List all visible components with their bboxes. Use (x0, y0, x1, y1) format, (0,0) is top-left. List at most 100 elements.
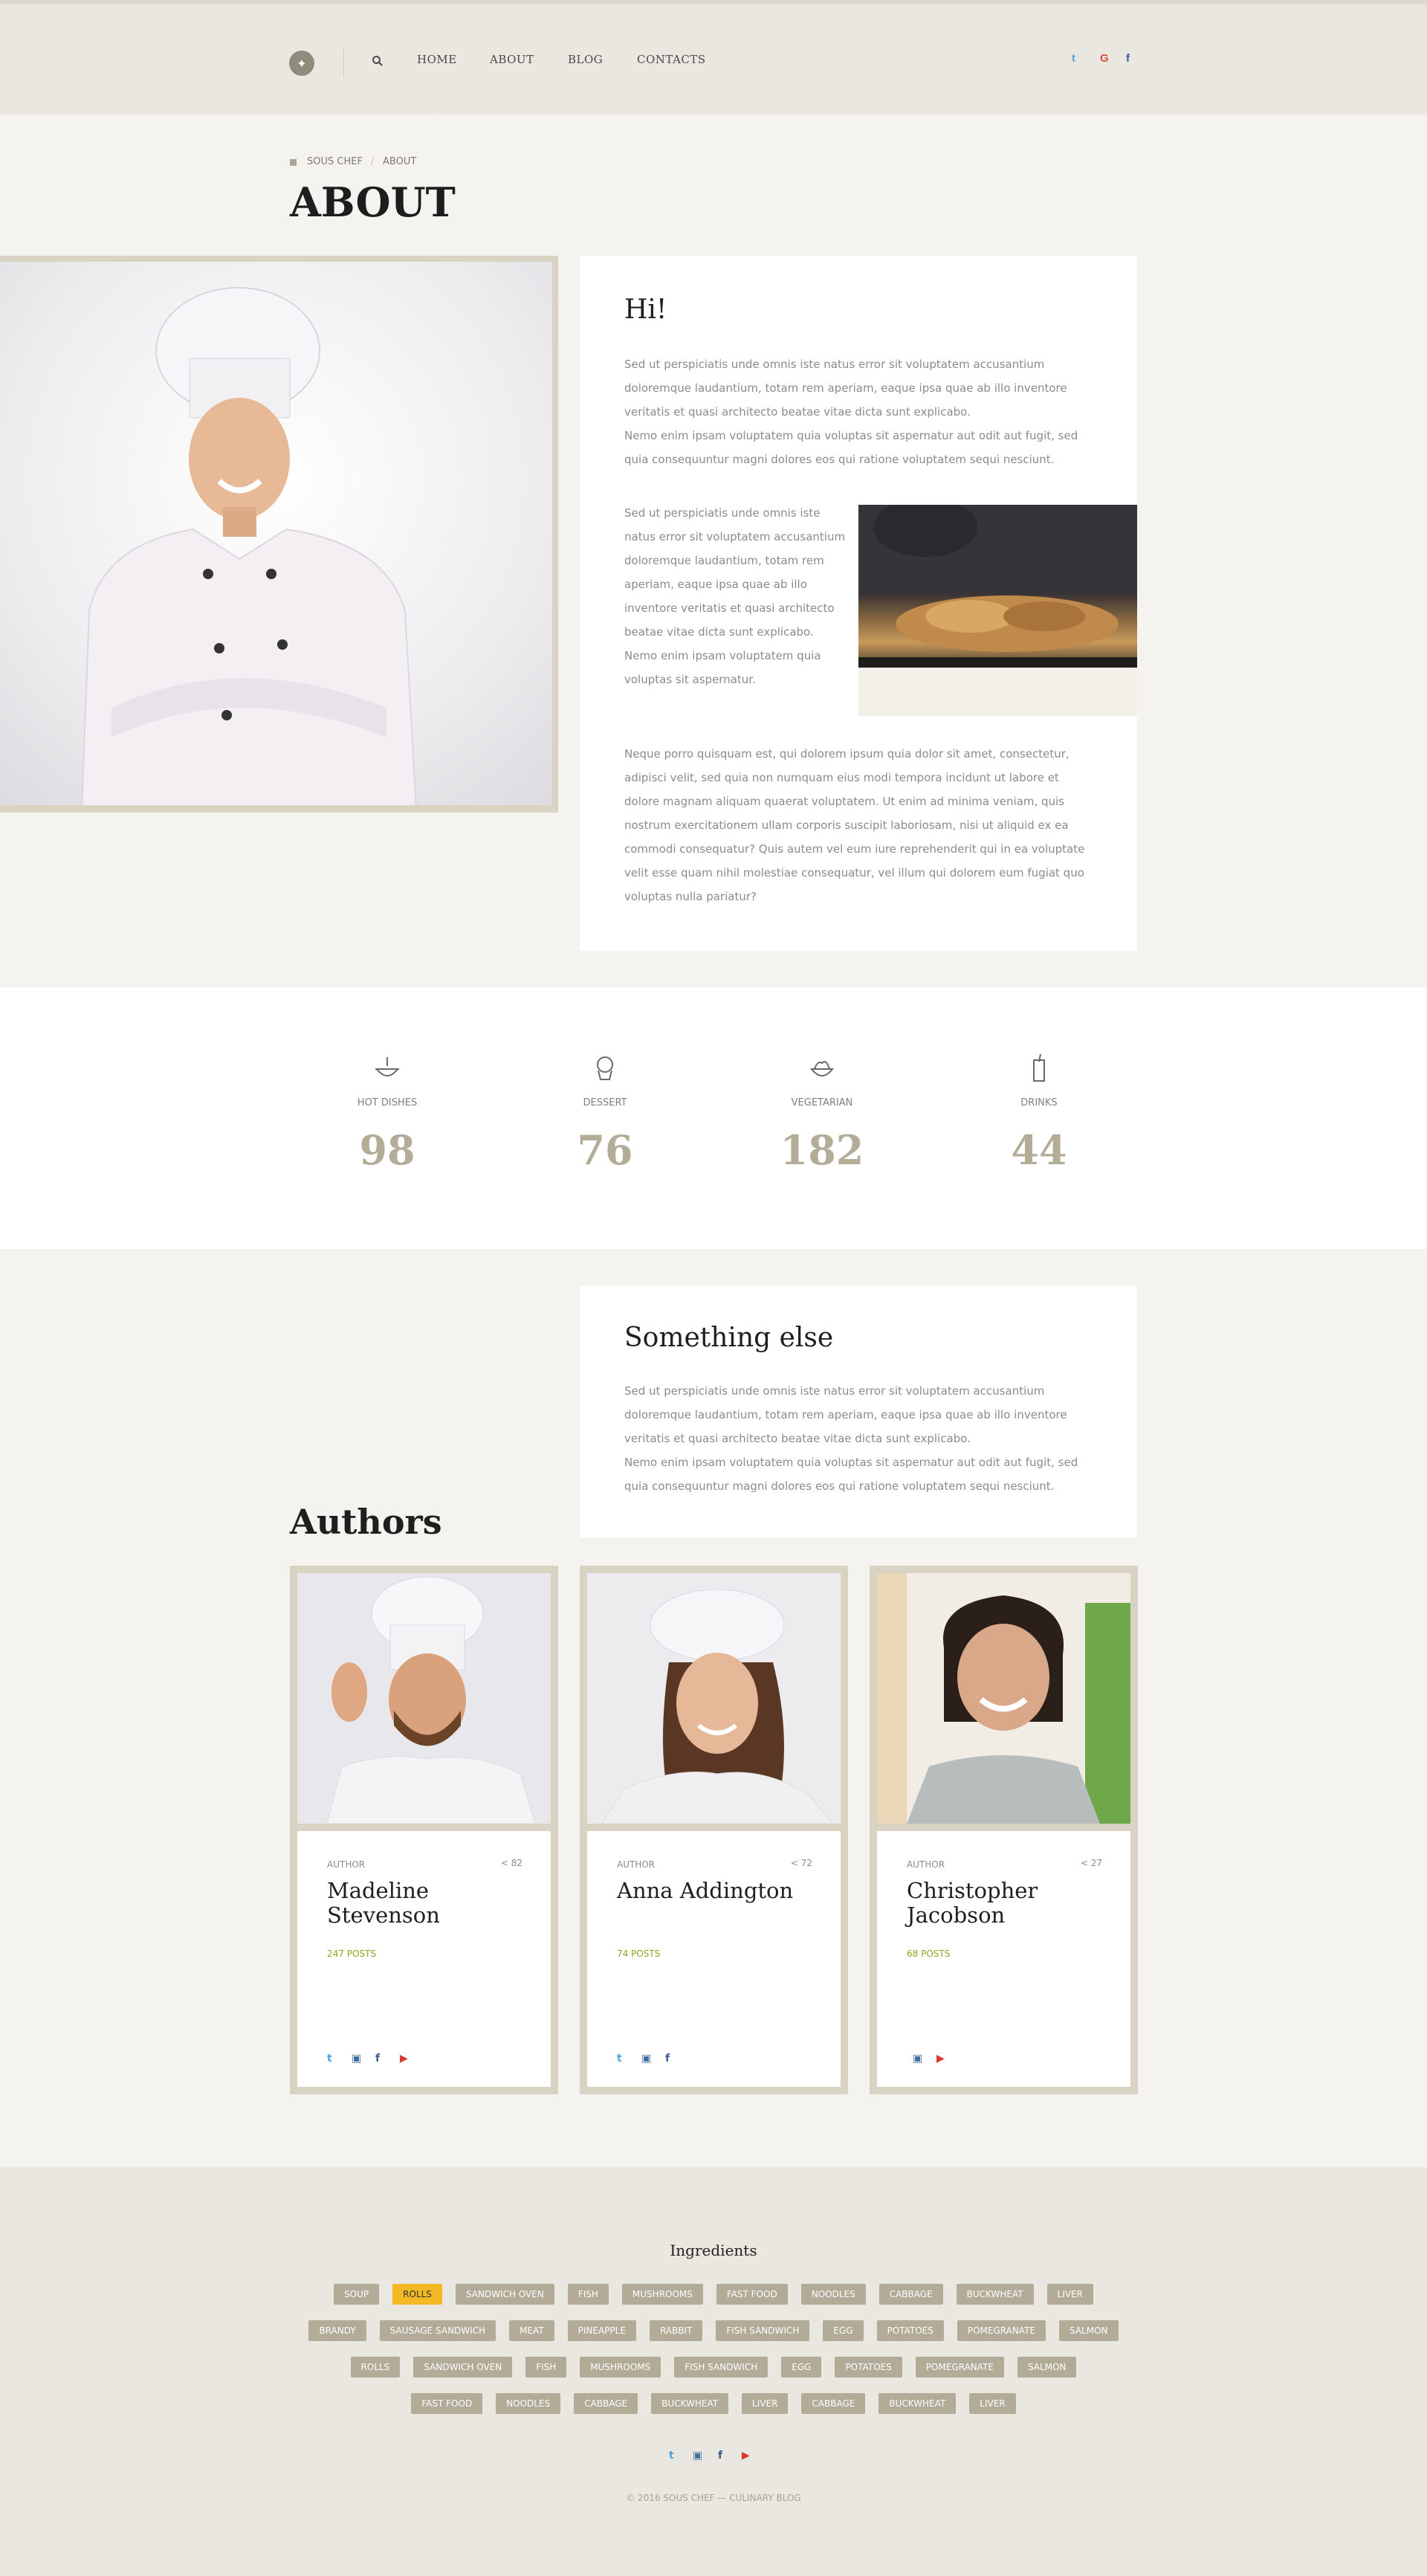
google-plus-icon[interactable]: G (1100, 52, 1109, 65)
something-text-1: Sed ut perspiciatis unde omnis iste natu… (624, 1384, 1067, 1445)
author-shares[interactable]: < 72 (791, 1858, 812, 1868)
author-photo[interactable] (297, 1573, 551, 1824)
ingredient-tag[interactable]: POTATOES (876, 2320, 944, 2341)
ingredient-tag[interactable]: EGG (781, 2357, 822, 2378)
ingredient-tag[interactable]: SANDWICH OVEN (413, 2357, 513, 2378)
author-photo[interactable] (877, 1573, 1130, 1824)
ingredient-tag[interactable]: FAST FOOD (411, 2393, 483, 2414)
breadcrumb-separator: / (371, 156, 375, 167)
ingredient-tag[interactable]: SAUSAGE SANDWICH (379, 2320, 496, 2341)
share-icon: < (500, 1858, 508, 1868)
ingredient-tag[interactable]: CABBAGE (574, 2393, 638, 2414)
tag-row-4: FAST FOOD NOODLES CABBAGE BUCKWHEAT LIVER CAB… (0, 2393, 1427, 2414)
instagram-icon[interactable]: ▣ (352, 2053, 361, 2065)
twitter-icon[interactable]: t (327, 2053, 332, 2065)
ingredient-tag[interactable]: LIVER (969, 2393, 1016, 2414)
ingredient-tag[interactable]: CABBAGE (801, 2393, 866, 2414)
ingredient-tag[interactable]: PINEAPPLE (567, 2320, 636, 2341)
ingredient-tag[interactable]: FISH (525, 2357, 567, 2378)
chef-photo (0, 262, 552, 805)
youtube-icon[interactable]: ▶ (400, 2053, 408, 2065)
nav-blog[interactable]: BLOG (568, 53, 603, 66)
stat-label: VEGETARIAN (791, 1097, 853, 1108)
ingredient-tag[interactable]: CABBAGE (878, 2284, 943, 2305)
something-else-card: Something else Sed ut perspiciatis unde … (580, 1285, 1137, 1537)
author-card[interactable]: AUTHOR < 72 Anna Addington 74 POSTS t ▣ … (580, 1566, 848, 2094)
nav-home[interactable]: HOME (417, 53, 457, 66)
author-posts[interactable]: 74 POSTS (617, 1949, 660, 1959)
ingredient-tag[interactable]: FAST FOOD (716, 2284, 788, 2305)
ingredient-tag[interactable]: BUCKWHEAT (956, 2284, 1034, 2305)
twitter-icon[interactable]: t (617, 2053, 622, 2065)
nav-about[interactable]: ABOUT (490, 53, 534, 66)
youtube-icon[interactable]: ▶ (742, 2450, 750, 2462)
author-role: AUTHOR (907, 1859, 945, 1870)
ingredient-tag[interactable]: NOODLES (800, 2284, 866, 2305)
chef-illustration (81, 287, 417, 805)
stats-section: HOT DISHES 98 DESSERT 76 VEGETARIAN 182 … (0, 987, 1427, 1249)
stat-dessert: DESSERT 76 (531, 1053, 679, 1174)
facebook-icon[interactable]: f (718, 2450, 722, 2462)
breadcrumb-current: ABOUT (383, 156, 417, 167)
author-name[interactable]: Madeline Stevenson (327, 1879, 520, 1928)
ingredient-tag[interactable]: MEAT (509, 2320, 554, 2341)
ingredient-tag[interactable]: FISH (567, 2284, 609, 2305)
author-photo[interactable] (587, 1573, 841, 1824)
youtube-icon[interactable]: ▶ (936, 2053, 945, 2065)
instagram-icon[interactable]: ▣ (693, 2450, 702, 2462)
tag-row-3: ROLLS SANDWICH OVEN FISH MUSHROOMS FISH SAND… (0, 2357, 1427, 2378)
ingredient-tag[interactable]: RABBIT (649, 2320, 703, 2341)
author-shares[interactable]: < 27 (1081, 1858, 1102, 1868)
ingredient-tag[interactable]: SALMON (1059, 2320, 1119, 2341)
ingredient-tag[interactable]: LIVER (1046, 2284, 1093, 2305)
ingredient-tag[interactable]: SALMON (1017, 2357, 1077, 2378)
ingredient-tag[interactable]: SOUP (334, 2284, 380, 2305)
ingredient-tag[interactable]: LIVER (742, 2393, 789, 2414)
logo-utensils-icon[interactable]: ✦ (289, 51, 314, 76)
stat-value: 44 (1011, 1126, 1067, 1174)
ingredient-tag[interactable]: BUCKWHEAT (651, 2393, 729, 2414)
ingredient-tag[interactable]: POTATOES (835, 2357, 902, 2378)
ingredient-tag[interactable]: FISH SANDWICH (674, 2357, 768, 2378)
ingredient-tag[interactable]: EGG (823, 2320, 864, 2341)
ingredient-tag[interactable]: FISH SANDWICH (716, 2320, 810, 2341)
ingredient-tag[interactable]: SANDWICH OVEN (455, 2284, 554, 2305)
ingredient-tag[interactable]: ROLLS (392, 2284, 442, 2305)
stat-vegetarian: VEGETARIAN 182 (748, 1053, 896, 1174)
author-name[interactable]: Anna Addington (617, 1879, 810, 1903)
twitter-icon[interactable]: t (1072, 52, 1075, 65)
ingredient-tag[interactable]: MUSHROOMS (621, 2284, 703, 2305)
facebook-icon[interactable]: f (665, 2053, 670, 2065)
ingredient-tag[interactable]: POMEGRANATE (957, 2320, 1046, 2341)
copyright: © 2016 SOUS CHEF — CULINARY BLOG (626, 2493, 801, 2503)
share-icon: < (1080, 1858, 1088, 1868)
ingredient-tag[interactable]: BUCKWHEAT (878, 2393, 957, 2414)
author-name[interactable]: Christopher Jacobson (907, 1879, 1100, 1928)
intro-text-1b: Nemo enim ipsam voluptatem quia voluptas… (624, 429, 1078, 466)
nav-contacts[interactable]: CONTACTS (637, 53, 706, 66)
intro-text-1: Sed ut perspiciatis unde omnis iste natu… (624, 358, 1067, 419)
drink-icon (1033, 1053, 1045, 1082)
share-count: 82 (511, 1858, 522, 1868)
ingredient-tag[interactable]: POMEGRANATE (915, 2357, 1004, 2378)
facebook-icon[interactable]: f (375, 2053, 380, 2065)
instagram-icon[interactable]: ▣ (913, 2053, 922, 2065)
ingredient-tag[interactable]: BRANDY (308, 2320, 366, 2341)
author-card[interactable]: AUTHOR < 27 Christopher Jacobson 68 POST… (870, 1566, 1138, 2094)
food-tray-photo (858, 505, 1137, 716)
author-card[interactable]: AUTHOR < 82 Madeline Stevenson 247 POSTS… (290, 1566, 558, 2094)
ingredient-tag[interactable]: NOODLES (496, 2393, 561, 2414)
ingredient-tag[interactable]: ROLLS (350, 2357, 401, 2378)
facebook-icon[interactable]: f (1126, 52, 1130, 65)
something-text-2: Nemo enim ipsam voluptatem quia voluptas… (624, 1456, 1078, 1493)
search-icon[interactable] (372, 55, 384, 67)
ingredient-tag[interactable]: MUSHROOMS (580, 2357, 661, 2378)
author-posts[interactable]: 68 POSTS (907, 1949, 950, 1959)
twitter-icon[interactable]: t (669, 2450, 674, 2462)
header-divider (343, 49, 344, 77)
stat-value: 76 (577, 1126, 633, 1174)
instagram-icon[interactable]: ▣ (641, 2053, 651, 2065)
author-shares[interactable]: < 82 (501, 1858, 522, 1868)
breadcrumb-home[interactable]: SOUS CHEF (307, 156, 363, 167)
author-posts[interactable]: 247 POSTS (327, 1949, 376, 1959)
